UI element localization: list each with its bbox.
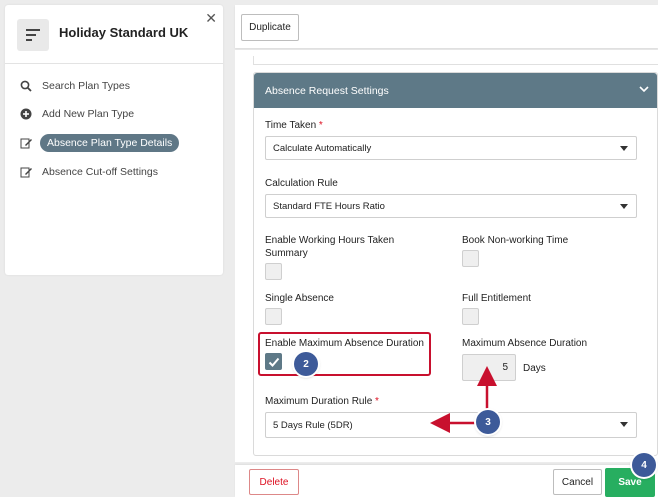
step-marker-2: 2: [294, 352, 318, 376]
step-marker-4: 4: [632, 453, 656, 477]
step-marker-3: 3: [476, 410, 500, 434]
annotation-arrows: [430, 366, 497, 433]
